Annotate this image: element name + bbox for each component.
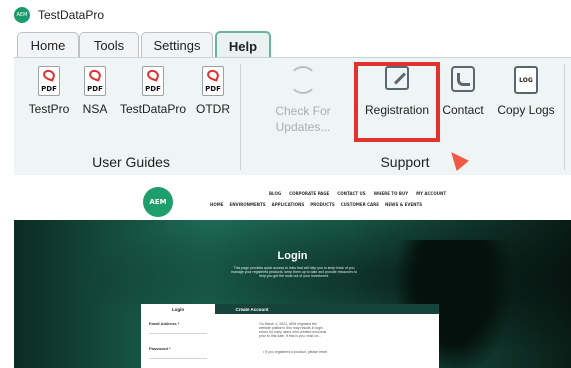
tab-settings[interactable]: Settings xyxy=(141,32,213,58)
group-divider xyxy=(240,64,241,170)
registration-highlight-box xyxy=(354,62,440,142)
pdf-icon: PDF xyxy=(142,66,164,96)
migration-notice-bullet: • If you registered a product, please re… xyxy=(263,350,327,354)
login-hero: Login This page provides quick access to… xyxy=(14,220,571,368)
check-updates-label-line2: Updates... xyxy=(275,120,331,134)
user-guides-group-label: User Guides xyxy=(92,154,170,170)
website-login-page: AEM BLOG CORPORATE PAGE CONTACT US WHERE… xyxy=(14,182,571,368)
otdr-label: OTDR xyxy=(196,102,230,116)
password-field[interactable] xyxy=(149,358,207,359)
site-header: AEM BLOG CORPORATE PAGE CONTACT US WHERE… xyxy=(14,182,571,220)
ribbon-tab-strip: Home Tools Settings Help xyxy=(0,30,571,59)
app-title: TestDataPro xyxy=(38,8,105,22)
site-link-blog[interactable]: BLOG xyxy=(269,191,281,196)
testpro-label: TestPro xyxy=(28,102,70,116)
contact-button[interactable]: Contact xyxy=(440,66,486,117)
site-top-links: BLOG CORPORATE PAGE CONTACT US WHERE TO … xyxy=(269,191,446,196)
create-account-tab[interactable]: Create Account xyxy=(215,304,289,314)
site-main-nav: HOME ENVIRONMENTS APPLICATIONS PRODUCTS … xyxy=(210,202,422,207)
title-bar: AEM TestDataPro xyxy=(0,0,571,30)
testpro-guide-button[interactable]: PDF TestPro xyxy=(26,66,72,116)
copy-logs-button[interactable]: LOG Copy Logs xyxy=(496,66,556,117)
log-icon: LOG xyxy=(514,66,538,94)
contact-label: Contact xyxy=(442,103,484,117)
password-label: Password * xyxy=(149,346,171,351)
card-tab-filler xyxy=(289,304,439,314)
sync-icon xyxy=(289,66,317,94)
site-link-corporate[interactable]: CORPORATE PAGE xyxy=(289,191,329,196)
login-card-tabs: Login Create Account xyxy=(141,304,439,314)
site-nav-products[interactable]: PRODUCTS xyxy=(310,202,335,207)
nsa-label: NSA xyxy=(82,102,108,116)
otdr-guide-button[interactable]: PDF OTDR xyxy=(196,66,230,116)
testdatapro-guide-button[interactable]: PDF TestDataPro xyxy=(120,66,186,116)
tab-tools[interactable]: Tools xyxy=(79,32,139,58)
site-nav-news-events[interactable]: NEWS & EVENTS xyxy=(385,202,422,207)
site-link-my-account[interactable]: MY ACCOUNT xyxy=(416,191,446,196)
support-group-label: Support xyxy=(380,154,430,170)
site-nav-customer-care[interactable]: CUSTOMER CARE xyxy=(341,202,379,207)
app-logo-icon: AEM xyxy=(14,7,30,23)
login-description: This page provides quick access to links… xyxy=(231,266,357,278)
email-label: Email Address * xyxy=(149,321,180,326)
site-link-contact[interactable]: CONTACT US xyxy=(337,191,365,196)
aem-logo-icon[interactable]: AEM xyxy=(143,187,173,217)
site-nav-home[interactable]: HOME xyxy=(210,202,223,207)
help-ribbon: PDF TestPro PDF NSA PDF TestDataPro PDF … xyxy=(14,57,571,175)
check-updates-label-line1: Check For xyxy=(275,104,331,118)
email-field[interactable] xyxy=(149,333,207,334)
group-divider xyxy=(564,64,565,170)
login-tab[interactable]: Login xyxy=(141,304,215,314)
testdatapro-label: TestDataPro xyxy=(120,102,187,116)
pdf-icon: PDF xyxy=(38,66,60,96)
site-nav-environments[interactable]: ENVIRONMENTS xyxy=(229,202,265,207)
copy-logs-label: Copy Logs xyxy=(497,103,555,117)
site-nav-applications[interactable]: APPLICATIONS xyxy=(272,202,305,207)
site-link-where-to-buy[interactable]: WHERE TO BUY xyxy=(374,191,408,196)
tab-help[interactable]: Help xyxy=(215,31,271,59)
tab-home[interactable]: Home xyxy=(17,32,79,58)
phone-icon xyxy=(451,66,475,92)
pdf-icon: PDF xyxy=(84,66,106,96)
login-title: Login xyxy=(277,250,308,262)
check-updates-button[interactable]: Check For Updates... xyxy=(268,66,338,134)
pdf-icon: PDF xyxy=(202,66,224,96)
login-card: Login Create Account Email Address * Pas… xyxy=(141,304,439,368)
nsa-guide-button[interactable]: PDF NSA xyxy=(80,66,110,116)
migration-notice: On March 1, 2021, AEM migrated the websi… xyxy=(259,322,327,338)
